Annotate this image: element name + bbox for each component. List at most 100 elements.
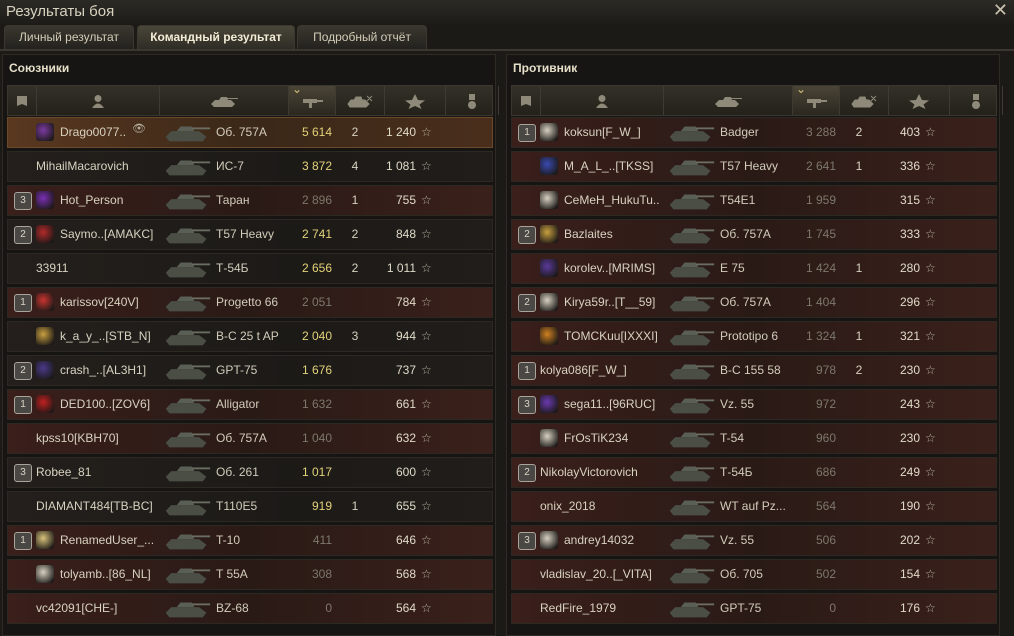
enemy-row[interactable]: 3 sega11..[96RUC] Vz. 55 972 243 ☆ <box>511 389 997 420</box>
header-damage-column[interactable]: ⌄ <box>289 82 336 115</box>
kills-value: 1 <box>855 261 863 275</box>
xp-value: 176 <box>899 601 920 615</box>
kills-value: 2 <box>855 363 863 377</box>
medal-icon <box>961 93 991 109</box>
ally-row[interactable]: tolyamb..[86_NL] T 55A 308 568 ☆ <box>7 559 493 590</box>
player-name: DED100..[ZOV6] <box>60 397 151 411</box>
damage-value: 1 959 <box>805 193 836 207</box>
enemy-row[interactable]: CeMeH_HukuTu.. T54E1 1 959 315 ☆ <box>511 185 997 216</box>
kills-value: 2 <box>855 125 863 139</box>
enemy-row[interactable]: M_A_L_..[TKSS] T57 Heavy 2 641 1 336 ☆ <box>511 151 997 182</box>
close-icon[interactable]: ✕ <box>993 0 1008 21</box>
damage-value: 1 424 <box>805 261 836 275</box>
damage-value: 0 <box>829 601 836 615</box>
tank-name: T110E5 <box>216 499 258 513</box>
enemy-row[interactable]: RedFire_1979 GPT-75 0 176 ☆ <box>511 593 997 624</box>
header-damage-column[interactable]: ⌄ <box>793 82 840 115</box>
tab-personal-result[interactable]: Личный результат <box>4 25 134 49</box>
spotted-eye-icon: 👁 <box>132 123 146 135</box>
header-player-column[interactable] <box>541 86 664 115</box>
ally-row[interactable]: MihailMacarovich ИС-7 3 872 4 1 081 ☆ <box>7 151 493 182</box>
tank-name: Progetto 66 <box>216 295 279 309</box>
xp-value: 848 <box>395 227 416 241</box>
header-tank-column[interactable] <box>160 86 289 115</box>
enemy-row[interactable]: 1 koksun[F_W_] Badger 3 288 2 403 ☆ <box>511 117 997 148</box>
player-icon <box>83 93 113 109</box>
enemy-row[interactable]: TOMCKuu[IXXXI] Prototipo 6 1 324 1 321 ☆ <box>511 321 997 352</box>
header-kills-column[interactable] <box>336 86 385 115</box>
tank-name: ИС-7 <box>216 159 244 173</box>
ally-row[interactable]: kpss10[KBH70] Об. 757А 1 040 632 ☆ <box>7 423 493 454</box>
header-xp-star-column[interactable] <box>889 86 950 115</box>
ally-row[interactable]: DIAMANT484[TB-BC] T110E5 919 1 655 ☆ <box>7 491 493 522</box>
enemy-row[interactable]: 2 Bazlaites Об. 757А 1 745 333 ☆ <box>511 219 997 250</box>
kills-value: 4 <box>351 159 359 173</box>
tank-icon <box>669 534 715 550</box>
player-name: DIAMANT484[TB-BC] <box>36 499 153 513</box>
clan-emblem-icon <box>36 225 54 243</box>
header-medal-column[interactable] <box>950 86 1003 115</box>
enemy-row[interactable]: korolev..[MRIMS] E 75 1 424 1 280 ☆ <box>511 253 997 284</box>
header-tank-column[interactable] <box>664 86 793 115</box>
window-title: Результаты боя <box>6 3 115 20</box>
player-name: korolev..[MRIMS] <box>564 261 656 275</box>
xp-star-icon: ☆ <box>421 159 432 173</box>
xp-star-icon: ☆ <box>421 329 432 343</box>
platoon-badge: 2 <box>518 464 536 482</box>
tank-icon <box>165 534 211 550</box>
tab-team-result[interactable]: Командный результат <box>137 25 295 49</box>
header-medal-column[interactable] <box>446 86 499 115</box>
damage-value: 1 676 <box>301 363 332 377</box>
header-platoon-column[interactable] <box>512 86 541 115</box>
tank-name: GPT-75 <box>720 601 762 615</box>
kills-value: 1 <box>351 193 359 207</box>
xp-star-icon <box>904 93 934 109</box>
enemies-title: Противник <box>513 61 578 75</box>
ally-row[interactable]: 3 Robee_81 Об. 261 1 017 600 ☆ <box>7 457 493 488</box>
platoon-badge: 1 <box>518 124 536 142</box>
ally-row[interactable]: 1 RenamedUser_... T-10 411 646 ☆ <box>7 525 493 556</box>
ally-row[interactable]: 1 DED100..[ZOV6] Alligator 1 632 661 ☆ <box>7 389 493 420</box>
xp-value: 190 <box>899 499 920 513</box>
enemy-row[interactable]: 2 Kirya59r..[T__59] Об. 757А 1 404 296 ☆ <box>511 287 997 318</box>
ally-row[interactable]: vc42091[CHE-] BZ-68 0 564 ☆ <box>7 593 493 624</box>
platoon-badge: 3 <box>14 464 32 482</box>
player-name: sega11..[96RUC] <box>564 397 656 411</box>
ally-row[interactable]: 2 Saymo..[AMAKC] T57 Heavy 2 741 2 848 ☆ <box>7 219 493 250</box>
ally-row[interactable]: 2 crash_..[AL3H1] GPT-75 1 676 737 ☆ <box>7 355 493 386</box>
tab-detailed-report[interactable]: Подробный отчёт <box>297 25 427 49</box>
tank-name: Об. 757А <box>216 125 267 139</box>
header-player-column[interactable] <box>37 86 160 115</box>
tank-icon <box>165 500 211 516</box>
tank-icon <box>669 432 715 448</box>
tank-icon <box>165 228 211 244</box>
header-xp-star-column[interactable] <box>385 86 446 115</box>
enemy-row[interactable]: onix_2018 WT auf Pz... 564 190 ☆ <box>511 491 997 522</box>
ally-row[interactable]: k_a_y_..[STB_N] B-C 25 t AP 2 040 3 944 ☆ <box>7 321 493 352</box>
tank-name: Vz. 55 <box>720 533 755 547</box>
player-name: kpss10[KBH70] <box>36 431 119 445</box>
clan-emblem-icon <box>36 531 54 549</box>
enemy-row[interactable]: 1 kolya086[F_W_] B-C 155 58 978 2 230 ☆ <box>511 355 997 386</box>
enemy-row[interactable]: FrOsTiK234 T-54 960 230 ☆ <box>511 423 997 454</box>
header-platoon-column[interactable] <box>8 86 37 115</box>
xp-value: 243 <box>899 397 920 411</box>
enemy-row[interactable]: 3 andrey14032 Vz. 55 506 202 ☆ <box>511 525 997 556</box>
xp-value: 321 <box>899 329 920 343</box>
header-kills-column[interactable] <box>840 86 889 115</box>
ally-row[interactable]: 33911 Т-54Б 2 656 2 1 011 ☆ <box>7 253 493 284</box>
tank-name: Об. 757А <box>720 295 771 309</box>
enemy-row[interactable]: 2 NikolayVictorovich Т-54Б 686 249 ☆ <box>511 457 997 488</box>
damage-value: 1 324 <box>805 329 836 343</box>
enemy-row[interactable]: vladislav_20..[_VITA] Об. 705 502 154 ☆ <box>511 559 997 590</box>
xp-value: 661 <box>395 397 416 411</box>
player-name: Bazlaites <box>564 227 613 241</box>
clan-emblem-icon <box>540 327 558 345</box>
player-name: Drago0077.. <box>60 125 127 139</box>
xp-star-icon: ☆ <box>925 159 936 173</box>
xp-star-icon: ☆ <box>925 397 936 411</box>
ally-row[interactable]: Drago0077.. 👁 Об. 757А 5 614 2 1 240 ☆ <box>7 117 493 148</box>
tank-icon <box>669 364 715 380</box>
ally-row[interactable]: 3 Hot_Person Таран 2 896 1 755 ☆ <box>7 185 493 216</box>
ally-row[interactable]: 1 karissov[240V] Progetto 66 2 051 784 ☆ <box>7 287 493 318</box>
